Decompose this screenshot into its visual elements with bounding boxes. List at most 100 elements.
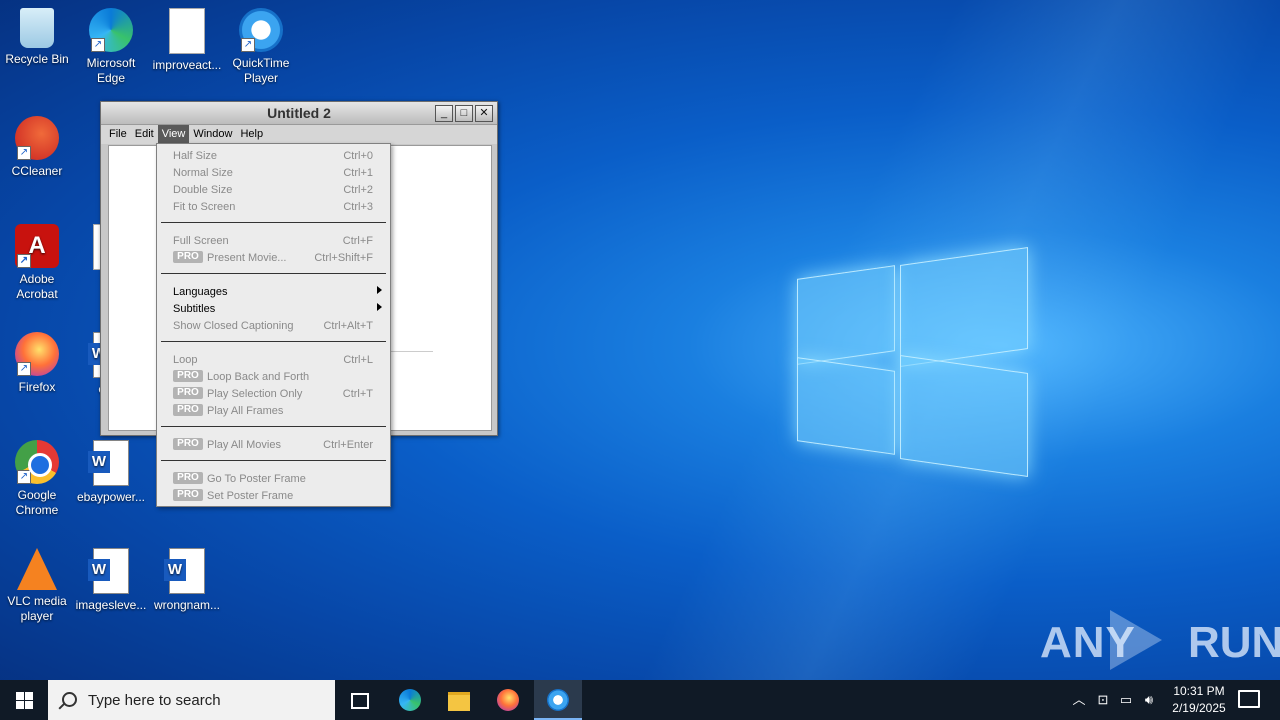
desktop-icon-label: VLC media player xyxy=(7,594,67,623)
menu-item-show-closed-captioning[interactable]: Show Closed Captioning Ctrl+Alt+T xyxy=(157,317,390,334)
view-menu-dropdown: Half Size Ctrl+0 Normal Size Ctrl+1 Doub… xyxy=(156,143,391,507)
maximize-button[interactable]: □ xyxy=(455,105,473,122)
desktop-icon-label: improveact... xyxy=(152,58,222,72)
menu-item-double-size[interactable]: Double Size Ctrl+2 xyxy=(157,181,390,198)
desktop-icon-vlc-media-player[interactable]: VLC media player xyxy=(0,548,74,624)
desktop-icon-label: QuickTime Player xyxy=(232,56,290,85)
pro-badge: PRO xyxy=(173,387,203,399)
acrobat-icon: A ↗ xyxy=(15,224,59,268)
task-view-icon xyxy=(351,693,369,709)
volume-icon[interactable]: 🔊︎ xyxy=(1140,680,1158,720)
menu-separator xyxy=(161,222,386,223)
clock-time: 10:31 PM xyxy=(1173,684,1225,698)
quicktime-icon: ↗ xyxy=(239,8,283,52)
network-icon[interactable]: ▭ xyxy=(1117,680,1135,720)
taskbar-clock[interactable]: 10:31 PM 2/19/2025 xyxy=(1160,683,1238,717)
firefox-icon xyxy=(497,689,519,711)
ccleaner-icon: ↗ xyxy=(15,116,59,160)
desktop-icon-improveact[interactable]: improveact... xyxy=(150,8,224,73)
notification-center-icon[interactable] xyxy=(1238,690,1260,708)
desktop-icon-imagesleve[interactable]: W imagesleve... xyxy=(74,548,148,613)
taskbar-search-box[interactable]: Type here to search xyxy=(48,680,335,720)
desktop-icon-firefox[interactable]: ↗ Firefox xyxy=(0,332,74,395)
menu-item-normal-size[interactable]: Normal Size Ctrl+1 xyxy=(157,164,390,181)
desktop-icon-label: wrongnam... xyxy=(153,598,221,612)
word-document-icon: W xyxy=(164,548,205,594)
desktop-icon-label: Google Chrome xyxy=(15,488,59,517)
chrome-icon: ↗ xyxy=(15,440,59,484)
menu-separator xyxy=(161,341,386,342)
start-button[interactable] xyxy=(0,680,48,720)
taskbar-quicktime[interactable] xyxy=(534,680,582,720)
pro-badge: PRO xyxy=(173,251,203,263)
taskbar: Type here to search ︿ ⊡ ▭ 🔊︎ 10:31 PM 2/… xyxy=(0,680,1280,720)
desktop-icon-wrongnam[interactable]: W wrongnam... xyxy=(150,548,224,613)
desktop-icon-ccleaner[interactable]: ↗ CCleaner xyxy=(0,116,74,179)
tray-device-icon[interactable]: ⊡ xyxy=(1094,680,1112,720)
menu-item-play-selection-only[interactable]: PRO Play Selection Only Ctrl+T xyxy=(157,385,390,402)
menu-item-set-poster-frame[interactable]: PRO Set Poster Frame xyxy=(157,487,390,504)
menu-item-loop[interactable]: Loop Ctrl+L xyxy=(157,351,390,368)
minimize-button[interactable]: _ xyxy=(435,105,453,122)
menu-item-half-size[interactable]: Half Size Ctrl+0 xyxy=(157,147,390,164)
search-placeholder: Type here to search xyxy=(88,692,221,709)
menu-item-full-screen[interactable]: Full Screen Ctrl+F xyxy=(157,232,390,249)
menu-separator xyxy=(161,460,386,461)
menu-help[interactable]: Help xyxy=(236,125,267,144)
menu-item-subtitles[interactable]: Subtitles xyxy=(157,300,390,317)
search-icon xyxy=(62,692,77,707)
task-view-button[interactable] xyxy=(336,680,384,720)
menu-item-present-movie[interactable]: PRO Present Movie... Ctrl+Shift+F xyxy=(157,249,390,266)
desktop-icon-recycle-bin[interactable]: Recycle Bin xyxy=(0,8,74,67)
pro-badge: PRO xyxy=(173,489,203,501)
taskbar-firefox[interactable] xyxy=(484,680,532,720)
desktop-icon-label: Firefox xyxy=(18,380,56,394)
menu-item-go-to-poster-frame[interactable]: PRO Go To Poster Frame xyxy=(157,470,390,487)
menu-item-play-all-frames[interactable]: PRO Play All Frames xyxy=(157,402,390,419)
menu-window[interactable]: Window xyxy=(189,125,236,144)
pro-badge: PRO xyxy=(173,404,203,416)
folder-icon xyxy=(448,692,470,711)
desktop-icon-ebaypower[interactable]: W ebaypower... xyxy=(74,440,148,505)
desktop-icon-quicktime-player[interactable]: ↗ QuickTime Player xyxy=(224,8,298,86)
desktop-icon-label: ebaypower... xyxy=(76,490,146,504)
desktop-icon-google-chrome[interactable]: ↗ Google Chrome xyxy=(0,440,74,518)
taskbar-edge[interactable] xyxy=(386,680,434,720)
menu-separator xyxy=(161,273,386,274)
word-document-icon: W xyxy=(88,440,129,486)
desktop-icon-microsoft-edge[interactable]: ↗ Microsoft Edge xyxy=(74,8,148,86)
menu-separator xyxy=(161,426,386,427)
windows-start-icon xyxy=(16,692,24,700)
pro-badge: PRO xyxy=(173,370,203,382)
menu-item-fit-to-screen[interactable]: Fit to Screen Ctrl+3 xyxy=(157,198,390,215)
menu-view[interactable]: View xyxy=(157,125,190,144)
desktop-icon-label: Microsoft Edge xyxy=(86,56,136,85)
windows-logo-wallpaper xyxy=(795,242,1030,480)
menu-file[interactable]: File xyxy=(105,125,131,144)
desktop-icon-label: Adobe Acrobat xyxy=(16,272,58,301)
menu-edit[interactable]: Edit xyxy=(131,125,158,144)
pro-badge: PRO xyxy=(173,438,203,450)
edge-icon xyxy=(399,689,421,711)
desktop-icon-adobe-acrobat[interactable]: A ↗ Adobe Acrobat xyxy=(0,224,74,302)
quicktime-icon xyxy=(547,689,569,711)
clock-date: 2/19/2025 xyxy=(1172,701,1226,715)
close-button[interactable]: ✕ xyxy=(475,105,493,122)
show-hidden-icons-chevron-icon[interactable]: ︿ xyxy=(1070,680,1088,720)
submenu-arrow-icon xyxy=(377,303,382,311)
menu-bar: File Edit View Window Help xyxy=(101,125,497,144)
desktop-icon-label: Recycle Bin xyxy=(5,52,69,66)
menu-item-play-all-movies[interactable]: PRO Play All Movies Ctrl+Enter xyxy=(157,436,390,453)
menu-item-languages[interactable]: Languages xyxy=(157,283,390,300)
vlc-icon xyxy=(17,548,57,590)
submenu-arrow-icon xyxy=(377,286,382,294)
word-document-icon: W xyxy=(88,548,129,594)
image-file-icon xyxy=(169,8,205,54)
desktop-icon-label: CCleaner xyxy=(11,164,63,178)
pro-badge: PRO xyxy=(173,472,203,484)
taskbar-file-explorer[interactable] xyxy=(435,680,483,720)
menu-item-loop-back-and-forth[interactable]: PRO Loop Back and Forth xyxy=(157,368,390,385)
recycle-bin-icon xyxy=(20,8,54,48)
window-titlebar[interactable]: Untitled 2 _ □ ✕ xyxy=(101,102,497,125)
anyrun-watermark: ANY RUN xyxy=(1040,610,1280,674)
